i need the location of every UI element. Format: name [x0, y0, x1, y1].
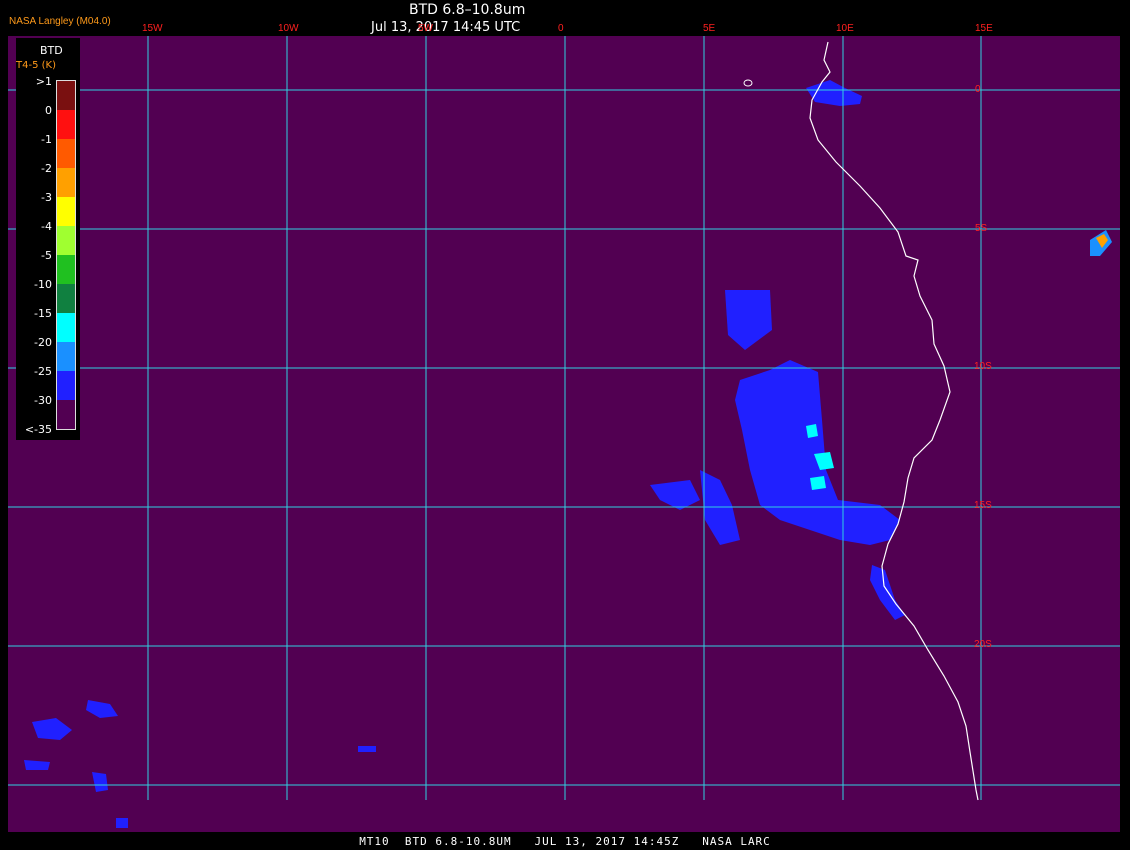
cloud-patch — [806, 80, 862, 106]
legend-label: -25 — [34, 365, 52, 378]
cloud-patch — [806, 424, 818, 438]
legend-swatch — [57, 197, 75, 226]
cloud-patch — [870, 565, 905, 620]
image-datetime: Jul 13, 2017 14:45 UTC — [371, 20, 521, 35]
legend-swatch — [57, 284, 75, 313]
legend-swatch — [57, 81, 75, 110]
legend-swatch — [57, 168, 75, 197]
footer-caption: MT10 BTD 6.8-10.8UM JUL 13, 2017 14:45Z … — [359, 835, 771, 848]
legend-swatch — [57, 255, 75, 284]
cloud-patch — [735, 360, 900, 545]
legend-swatch — [57, 313, 75, 342]
cloud-patch — [116, 818, 128, 828]
cloud-patch — [725, 290, 772, 350]
legend-swatch — [57, 226, 75, 255]
lon-label-10w: 10W — [278, 23, 299, 34]
cloud-patch — [810, 476, 826, 490]
legend-swatch — [57, 342, 75, 371]
cloud-patch — [32, 718, 72, 740]
island-outline — [743, 79, 753, 87]
map-overlay — [8, 36, 1120, 828]
legend-label: -5 — [41, 249, 52, 262]
lon-label-5e: 5E — [703, 23, 716, 34]
coastline — [809, 41, 979, 801]
cloud-patch — [92, 772, 108, 792]
legend-label: -1 — [41, 133, 52, 146]
cloud-patch — [24, 760, 50, 770]
lat-label-5s: 5S — [975, 223, 988, 234]
legend-label: -10 — [34, 278, 52, 291]
cloud-patch — [86, 700, 118, 718]
legend-label: -4 — [41, 220, 52, 233]
color-legend: BTD T4-5 (K) >1 0 -1 -2 -3 -4 -5 -10 -15 -20 -25 -3… — [16, 38, 80, 440]
legend-label: <-35 — [24, 423, 52, 436]
legend-label: -2 — [41, 162, 52, 175]
legend-label: -15 — [34, 307, 52, 320]
legend-title: BTD — [40, 44, 63, 57]
lon-label-0: 0 — [558, 23, 564, 34]
legend-label: >1 — [35, 75, 52, 88]
legend-label: -20 — [34, 336, 52, 349]
cloud-patch — [358, 746, 376, 752]
satellite-image-canvas: NASA Langley (M04.0) BTD 6.8–10.8um Jul … — [0, 0, 1130, 850]
legend-swatch — [57, 139, 75, 168]
legend-swatch — [57, 110, 75, 139]
lon-label-15w: 15W — [142, 23, 163, 34]
legend-label: 0 — [45, 104, 52, 117]
legend-label: -3 — [41, 191, 52, 204]
legend-swatch — [57, 371, 75, 400]
lat-lon-grid — [8, 36, 1120, 800]
legend-label: -30 — [34, 394, 52, 407]
cloud-patch — [650, 480, 700, 510]
product-title: BTD 6.8–10.8um — [409, 2, 526, 18]
lon-label-15e: 15E — [975, 23, 993, 34]
legend-swatch — [57, 400, 75, 429]
lon-label-10e: 10E — [836, 23, 854, 34]
organization-label: NASA Langley (M04.0) — [9, 16, 111, 27]
lat-label-10s: 10S — [974, 361, 992, 372]
cloud-features — [24, 79, 1112, 828]
legend-units: T4-5 (K) — [16, 60, 56, 71]
lon-label-5w: 5W — [418, 23, 433, 34]
lat-label-20s: 20S — [974, 639, 992, 650]
lat-label-15s: 15S — [974, 500, 992, 511]
legend-colorbar — [56, 80, 76, 430]
lat-label-0: 0 — [975, 84, 981, 95]
